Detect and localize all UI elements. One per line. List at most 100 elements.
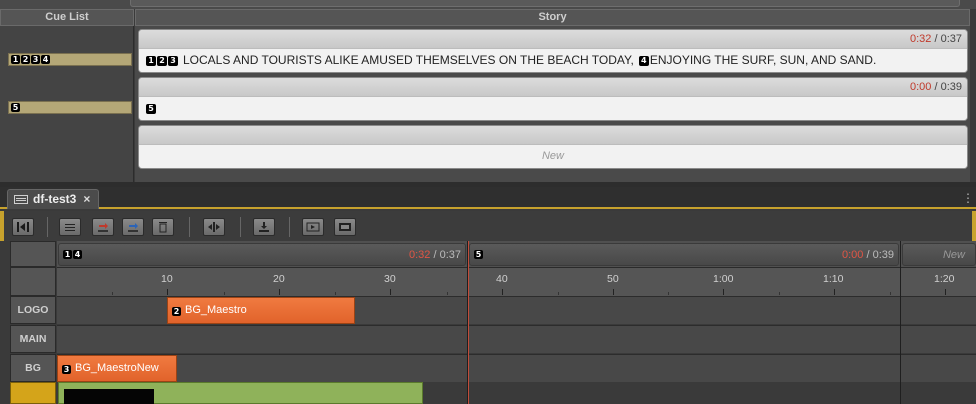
ruler-tick-label: 20 [273, 273, 285, 285]
story-text[interactable]: 1 2 3 LOCALS AND TOURISTS ALIKE AMUSED T… [139, 49, 967, 72]
ruler-minor-tick [224, 292, 225, 295]
split-button[interactable] [203, 218, 225, 236]
clip-bg-maestro[interactable]: 2 BG_Maestro [167, 297, 355, 324]
cue-badge: 3 [31, 55, 40, 64]
cue-row-label [10, 241, 56, 267]
ruler-major-tick [945, 289, 946, 295]
ruler-minor-tick [890, 292, 891, 295]
ruler-tick-label: 1:20 [934, 273, 955, 285]
total-time: 0:37 [940, 33, 962, 45]
close-icon[interactable]: × [83, 190, 90, 209]
cue-badge: 4 [638, 56, 649, 66]
story-time-header [139, 126, 967, 145]
top-scroll-strip[interactable] [130, 0, 960, 7]
column-header-cue-list[interactable]: Cue List [0, 9, 134, 26]
clip-name: BG_Maestro [185, 304, 247, 316]
story-block[interactable]: 0:32 / 0:37 1 2 3 LOCALS AND TOURISTS AL… [138, 29, 968, 73]
time-separator: / [931, 33, 941, 45]
elapsed-time: 0:32 [408, 249, 431, 261]
segment-time: 0:32 / 0:37 [409, 249, 461, 261]
clip-name: BG_MaestroNew [75, 362, 159, 374]
ruler-minor-tick [447, 292, 448, 295]
download-icon [259, 222, 269, 232]
total-time: 0:37 [439, 249, 461, 261]
track-bg[interactable] [57, 354, 976, 382]
insert-blue-button[interactable] [122, 218, 144, 236]
ruler-tick-label: 40 [496, 273, 508, 285]
ruler-major-tick [390, 289, 391, 295]
total-time: 0:39 [872, 249, 894, 261]
toolbar-separator [240, 217, 241, 237]
more-options-icon[interactable]: ⋮ [962, 191, 974, 205]
story-time-header: 0:32 / 0:37 [139, 30, 967, 49]
cue-list-panel: 1 2 3 4 5 [0, 26, 134, 182]
ruler-major-tick [502, 289, 503, 295]
cue-badge: 3 [168, 56, 178, 66]
ruler-major-tick [723, 289, 724, 295]
track-label-logo[interactable]: LOGO [10, 296, 56, 324]
track-main[interactable] [57, 325, 976, 353]
cue-badge: 3 [62, 364, 71, 374]
cue-badge: 4 [73, 250, 82, 259]
timeline-segment[interactable]: 1 4 0:32 / 0:37 [58, 243, 466, 266]
tab-df-test3[interactable]: df-test3 × [7, 189, 99, 209]
insert-red-button[interactable] [92, 218, 114, 236]
ruler-tick-label: 1:00 [713, 273, 734, 285]
ruler-tick-label: 1:10 [823, 273, 844, 285]
ruler-tick-label: 30 [384, 273, 396, 285]
story-new-block[interactable]: New [138, 125, 968, 169]
filmstrip-button[interactable] [302, 218, 324, 236]
elapsed-time: 0:00 [841, 249, 864, 261]
track-label-bg[interactable]: BG [10, 354, 56, 382]
toolbar-separator [289, 217, 290, 237]
film-icon [339, 223, 351, 231]
story-sentence-1: LOCALS AND TOURISTS ALIKE AMUSED THEMSEL… [183, 53, 634, 67]
sequence-icon [14, 195, 28, 204]
filmstrip-icon [306, 222, 320, 232]
timeline-segment[interactable]: 5 0:00 / 0:39 [469, 243, 899, 266]
insert-red-icon [98, 223, 108, 232]
elapsed-time: 0:00 [909, 81, 932, 93]
cue-badge: 1 [11, 55, 20, 64]
cue-badge: 1 [146, 56, 156, 66]
first-frame-icon [17, 222, 29, 232]
toolbar-separator [189, 217, 190, 237]
clip-bg-maestronew[interactable]: 3 BG_MaestroNew [57, 355, 177, 382]
segment-boundary [900, 241, 901, 404]
story-block[interactable]: 0:00 / 0:39 5 [138, 77, 968, 121]
ruler-major-tick [279, 289, 280, 295]
ruler-tick-label: 50 [607, 273, 619, 285]
cue-badge: 1 [63, 250, 72, 259]
insert-blue-icon [128, 223, 138, 232]
toolbar-separator [47, 217, 48, 237]
first-frame-button[interactable] [12, 218, 34, 236]
split-icon [208, 222, 220, 232]
cue-marker-bar[interactable]: 5 [8, 101, 132, 114]
track-label-main[interactable]: MAIN [10, 325, 56, 353]
story-text[interactable]: 5 [139, 97, 967, 120]
trim-button[interactable] [59, 218, 81, 236]
download-button[interactable] [253, 218, 275, 236]
timeline-toolbar [0, 211, 976, 241]
ruler-minor-tick [668, 292, 669, 295]
cue-badge: 4 [41, 55, 50, 64]
tab-title: df-test3 [33, 192, 77, 206]
tab-bar [0, 187, 976, 209]
video-thumbnail [64, 389, 154, 404]
timeline-new-segment[interactable]: New [902, 243, 976, 266]
film-button[interactable] [334, 218, 356, 236]
cue-badge: 5 [11, 103, 20, 112]
track-label-video[interactable] [10, 382, 56, 404]
total-time: 0:39 [940, 81, 962, 93]
delete-button[interactable] [152, 218, 174, 236]
ruler-major-tick [167, 289, 168, 295]
column-header-story[interactable]: Story [135, 9, 970, 26]
time-separator: / [430, 249, 440, 261]
timeline-left-gutter [0, 241, 10, 404]
ruler-minor-tick [779, 292, 780, 295]
cue-badge: 2 [21, 55, 30, 64]
playhead[interactable] [468, 241, 469, 404]
new-story-placeholder[interactable]: New [139, 145, 967, 168]
ruler-label [10, 267, 56, 296]
cue-marker-bar[interactable]: 1 2 3 4 [8, 53, 132, 66]
